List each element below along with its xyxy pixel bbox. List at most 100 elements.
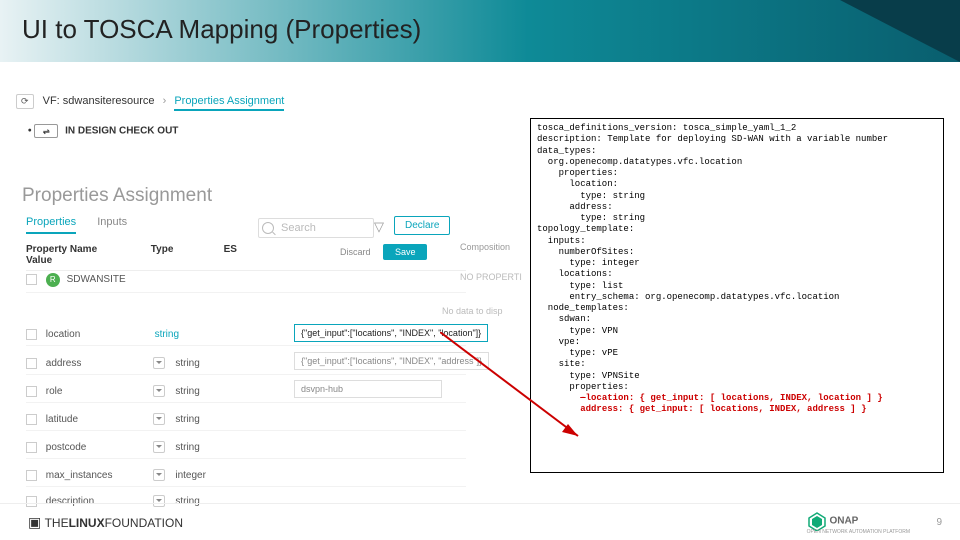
linux-foundation-logo: ▣ THELINUXFOUNDATION [28, 514, 183, 531]
onap-text: ONAP [829, 516, 858, 527]
resource-badge: R [46, 273, 60, 287]
yaml-line: data_types: [537, 146, 596, 156]
col-es: ES [224, 244, 264, 255]
yaml-line: org.openecomp.datatypes.vfc.location [537, 157, 742, 167]
table-row[interactable]: postcode string [26, 436, 466, 459]
yaml-highlight: location: { get_input: [ locations, INDE… [586, 393, 883, 403]
yaml-line: entry_schema: org.openecomp.datatypes.vf… [537, 292, 839, 302]
yaml-line: type: VPNSite [537, 371, 640, 381]
yaml-line: type: string [537, 213, 645, 223]
panel-heading: Properties Assignment [22, 185, 212, 207]
yaml-line: numberOfSites: [537, 247, 634, 257]
breadcrumb-vf-value[interactable]: sdwansiteresource [63, 95, 155, 107]
row-name: SDWANSITE [67, 274, 126, 285]
yaml-line: type: integer [537, 258, 640, 268]
tab-properties[interactable]: Properties [26, 216, 76, 234]
filter-icon[interactable]: ▽ [374, 219, 384, 235]
table-row[interactable]: max_instances integer [26, 464, 466, 487]
breadcrumb-chip: ⟳ [16, 94, 34, 109]
chevron-right-icon: › [163, 95, 167, 107]
checkbox[interactable] [26, 414, 37, 425]
yaml-line: locations: [537, 269, 613, 279]
yaml-line: inputs: [537, 236, 586, 246]
yaml-line: properties: [537, 382, 629, 392]
value-role[interactable]: dsvpn-hub [294, 380, 442, 398]
status-badge: • ⇌ IN DESIGN CHECK OUT [28, 124, 178, 138]
page-number: 9 [936, 517, 942, 528]
no-properties-text: NO PROPERTI [460, 272, 522, 282]
checkout-label: IN DESIGN CHECK OUT [65, 126, 178, 137]
row-name: location [46, 329, 152, 340]
row-type: string [155, 329, 179, 340]
row-name: postcode [46, 442, 152, 453]
onap-tagline: OPEN NETWORK AUTOMATION PLATFORM [807, 529, 910, 535]
slide-title: UI to TOSCA Mapping (Properties) [22, 14, 421, 45]
row-name: max_instances [46, 470, 152, 481]
tabs: Properties Inputs [26, 216, 145, 234]
yaml-line: site: [537, 359, 586, 369]
row-name: address [46, 358, 152, 369]
yaml-line: node_templates: [537, 303, 629, 313]
value-location[interactable]: {"get_input":["locations", "INDEX", "loc… [294, 324, 488, 342]
yaml-line: vpe: [537, 337, 580, 347]
chevron-down-icon[interactable] [153, 357, 165, 369]
tab-inputs[interactable]: Inputs [97, 216, 127, 232]
col-value: Value [26, 255, 226, 266]
breadcrumb-active[interactable]: Properties Assignment [174, 95, 284, 111]
composition-label: Composition [460, 242, 510, 252]
onap-logo: ONAP OPEN NETWORK AUTOMATION PLATFORM [807, 511, 910, 535]
yaml-line: address: [537, 202, 613, 212]
breadcrumb-vf-label: VF: [43, 95, 60, 107]
row-name: latitude [46, 414, 152, 425]
col-type: Type [151, 244, 221, 255]
chevron-down-icon[interactable] [153, 469, 165, 481]
yaml-line [537, 393, 580, 403]
yaml-line: description: Template for deploying SD-W… [537, 134, 888, 144]
checkbox[interactable] [26, 386, 37, 397]
row-type: integer [175, 470, 206, 481]
header-bar: UI to TOSCA Mapping (Properties) [0, 0, 960, 62]
table-row[interactable]: latitude string [26, 408, 466, 431]
yaml-line: type: VPN [537, 326, 618, 336]
row-type: string [175, 414, 199, 425]
row-type: string [175, 442, 199, 453]
chevron-down-icon[interactable] [153, 441, 165, 453]
chevron-down-icon[interactable] [153, 413, 165, 425]
search-icon [262, 222, 274, 234]
checkbox[interactable] [26, 470, 37, 481]
checkbox[interactable] [26, 329, 37, 340]
chevron-down-icon[interactable] [153, 385, 165, 397]
row-type: string [175, 386, 199, 397]
table-buttons: Discard Save [340, 242, 427, 260]
box-icon: ▣ [28, 514, 41, 530]
value-address[interactable]: {"get_input":["locations", "INDEX", "add… [294, 352, 489, 370]
checkout-icon: ⇌ [34, 124, 58, 138]
row-type: string [175, 358, 199, 369]
col-name: Property Name [26, 244, 148, 255]
search-input[interactable]: Search [258, 218, 374, 238]
yaml-line: topology_template: [537, 224, 634, 234]
onap-icon [807, 511, 827, 531]
yaml-line: sdwan: [537, 314, 591, 324]
yaml-line: type: string [537, 191, 645, 201]
breadcrumb: ⟳ VF: sdwansiteresource › Properties Ass… [22, 94, 284, 109]
declare-button[interactable]: Declare [394, 216, 450, 235]
yaml-line: properties: [537, 168, 618, 178]
save-button[interactable]: Save [383, 244, 428, 260]
footer: ▣ THELINUXFOUNDATION ONAP OPEN NETWORK A… [0, 503, 960, 540]
yaml-code-panel: tosca_definitions_version: tosca_simple_… [530, 118, 944, 473]
header-slant [840, 0, 960, 62]
no-data-text: No data to disp [442, 306, 503, 316]
checkbox[interactable] [26, 442, 37, 453]
checkbox[interactable] [26, 358, 37, 369]
yaml-line: type: vPE [537, 348, 618, 358]
yaml-line: type: list [537, 281, 623, 291]
discard-button[interactable]: Discard [340, 247, 371, 257]
row-name: role [46, 386, 152, 397]
table-row[interactable]: R SDWANSITE [26, 268, 466, 293]
checkbox[interactable] [26, 274, 37, 285]
yaml-line: tosca_definitions_version: tosca_simple_… [537, 123, 796, 133]
bullet: • [28, 126, 32, 137]
yaml-highlight: address: { get_input: [ locations, INDEX… [580, 404, 866, 414]
yaml-line: location: [537, 179, 618, 189]
